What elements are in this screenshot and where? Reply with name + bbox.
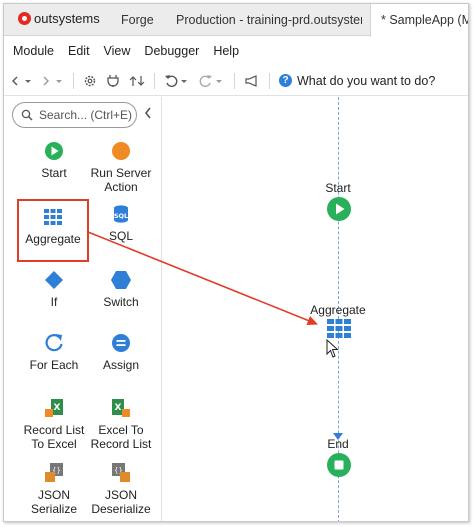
menu-bar: Module Edit View Debugger Help bbox=[4, 37, 468, 65]
redo-icon bbox=[199, 74, 222, 87]
record-list-to-excel-icon: X bbox=[43, 397, 65, 419]
excel-to-record-list-icon: X bbox=[110, 397, 132, 419]
start-node-icon bbox=[327, 197, 351, 221]
start-node-label: Start bbox=[325, 181, 351, 195]
end-node-icon bbox=[327, 453, 351, 477]
redo-button[interactable] bbox=[199, 74, 225, 88]
chevron-left-icon bbox=[144, 107, 151, 119]
toolbar-separator bbox=[73, 72, 74, 89]
json-serialize-icon: {} bbox=[43, 462, 65, 484]
tool-label: For Each bbox=[29, 358, 79, 372]
toolbar: ? What do you want to do? bbox=[4, 66, 468, 96]
toolbar-separator bbox=[154, 72, 155, 89]
tool-run-server-action[interactable]: Run Server Action bbox=[84, 140, 158, 194]
svg-text:X: X bbox=[115, 403, 122, 413]
tool-label: JSON Serialize bbox=[30, 488, 78, 516]
tool-switch[interactable]: Switch bbox=[84, 269, 158, 309]
tool-excel-to-record-list[interactable]: X Excel To Record List bbox=[84, 397, 158, 451]
menu-help[interactable]: Help bbox=[213, 44, 239, 58]
back-icon bbox=[12, 76, 31, 85]
tool-for-each[interactable]: For Each bbox=[17, 332, 91, 372]
sql-icon: SQL bbox=[110, 203, 132, 225]
flow-canvas[interactable]: Start Aggregate End bbox=[164, 97, 468, 521]
assign-icon bbox=[110, 332, 132, 354]
toolbar-separator bbox=[269, 72, 270, 89]
svg-text:X: X bbox=[54, 403, 61, 413]
publish-button[interactable] bbox=[129, 74, 145, 88]
tool-label: JSON Deserialize bbox=[91, 488, 151, 516]
svg-text:SQL: SQL bbox=[114, 212, 128, 220]
forward-button[interactable] bbox=[42, 75, 64, 87]
start-node[interactable] bbox=[326, 196, 352, 225]
back-button[interactable] bbox=[11, 75, 33, 87]
search-placeholder: Search... (Ctrl+E) bbox=[39, 108, 133, 122]
tool-label: Record List To Excel bbox=[23, 423, 85, 451]
toolbox-panel: Search... (Ctrl+E) Start Run Server Acti… bbox=[4, 97, 162, 521]
undo-button[interactable] bbox=[164, 74, 190, 88]
tool-json-serialize[interactable]: {} JSON Serialize bbox=[17, 462, 91, 516]
gear-icon bbox=[84, 75, 96, 86]
aggregate-node-label: Aggregate bbox=[310, 303, 366, 317]
settings-button[interactable] bbox=[83, 74, 97, 88]
tool-label: Excel To Record List bbox=[90, 423, 152, 451]
run-server-action-icon bbox=[110, 140, 132, 162]
collapse-toolbox-button[interactable] bbox=[144, 107, 152, 122]
end-node[interactable] bbox=[326, 452, 352, 481]
tool-label: Switch bbox=[103, 295, 139, 309]
tool-assign[interactable]: Assign bbox=[84, 332, 158, 372]
tool-label: Run Server Action bbox=[90, 166, 152, 194]
tool-start[interactable]: Start bbox=[17, 140, 91, 180]
if-icon bbox=[43, 269, 65, 291]
search-icon bbox=[21, 109, 33, 121]
menu-view[interactable]: View bbox=[104, 44, 131, 58]
tool-label: SQL bbox=[108, 229, 133, 243]
feedback-button[interactable] bbox=[244, 74, 260, 88]
tool-label: Aggregate bbox=[25, 232, 81, 246]
tab-production[interactable]: Production - training-prd.outsystem... bbox=[176, 4, 362, 36]
for-each-icon bbox=[43, 332, 65, 354]
menu-module[interactable]: Module bbox=[13, 44, 54, 58]
aggregate-node-icon bbox=[327, 319, 351, 338]
publish-arrows-icon bbox=[129, 75, 145, 86]
menu-edit[interactable]: Edit bbox=[68, 44, 90, 58]
switch-icon bbox=[110, 269, 132, 291]
tool-label: If bbox=[50, 295, 58, 309]
aggregate-icon bbox=[42, 206, 64, 228]
forward-icon bbox=[43, 76, 62, 85]
tool-if[interactable]: If bbox=[17, 269, 91, 309]
help-icon: ? bbox=[279, 74, 292, 87]
help-text: What do you want to do? bbox=[297, 73, 436, 88]
json-deserialize-icon: {} bbox=[110, 462, 132, 484]
tool-json-deserialize[interactable]: {} JSON Deserialize bbox=[84, 462, 158, 516]
menu-debugger[interactable]: Debugger bbox=[144, 44, 199, 58]
tool-sql[interactable]: SQL SQL bbox=[84, 203, 158, 243]
help-search[interactable]: ? What do you want to do? bbox=[279, 74, 435, 88]
tool-aggregate[interactable]: Aggregate bbox=[17, 199, 89, 262]
undo-icon bbox=[165, 74, 187, 87]
tab-forge[interactable]: Forge bbox=[121, 4, 181, 36]
plug-icon bbox=[107, 74, 119, 87]
tool-label: Start bbox=[41, 166, 67, 180]
end-node-label: End bbox=[327, 437, 349, 451]
outsystems-logo[interactable]: outsystems bbox=[18, 11, 100, 26]
tab-bar: outsystems Forge Production - training-p… bbox=[4, 4, 468, 37]
megaphone-icon bbox=[245, 74, 257, 87]
ide-window: outsystems Forge Production - training-p… bbox=[3, 3, 469, 522]
plugin-button[interactable] bbox=[106, 74, 120, 88]
mouse-pointer-icon bbox=[326, 338, 340, 362]
start-icon bbox=[43, 140, 65, 162]
toolbox-search-input[interactable]: Search... (Ctrl+E) bbox=[12, 102, 137, 128]
tab-sampleapp[interactable]: * SampleApp (My bbox=[370, 4, 468, 37]
tool-label: Assign bbox=[102, 358, 140, 372]
toolbar-separator bbox=[234, 72, 235, 89]
tool-record-list-to-excel[interactable]: X Record List To Excel bbox=[17, 397, 91, 451]
outsystems-logo-icon bbox=[18, 12, 31, 25]
logo-text: outsystems bbox=[34, 11, 100, 26]
